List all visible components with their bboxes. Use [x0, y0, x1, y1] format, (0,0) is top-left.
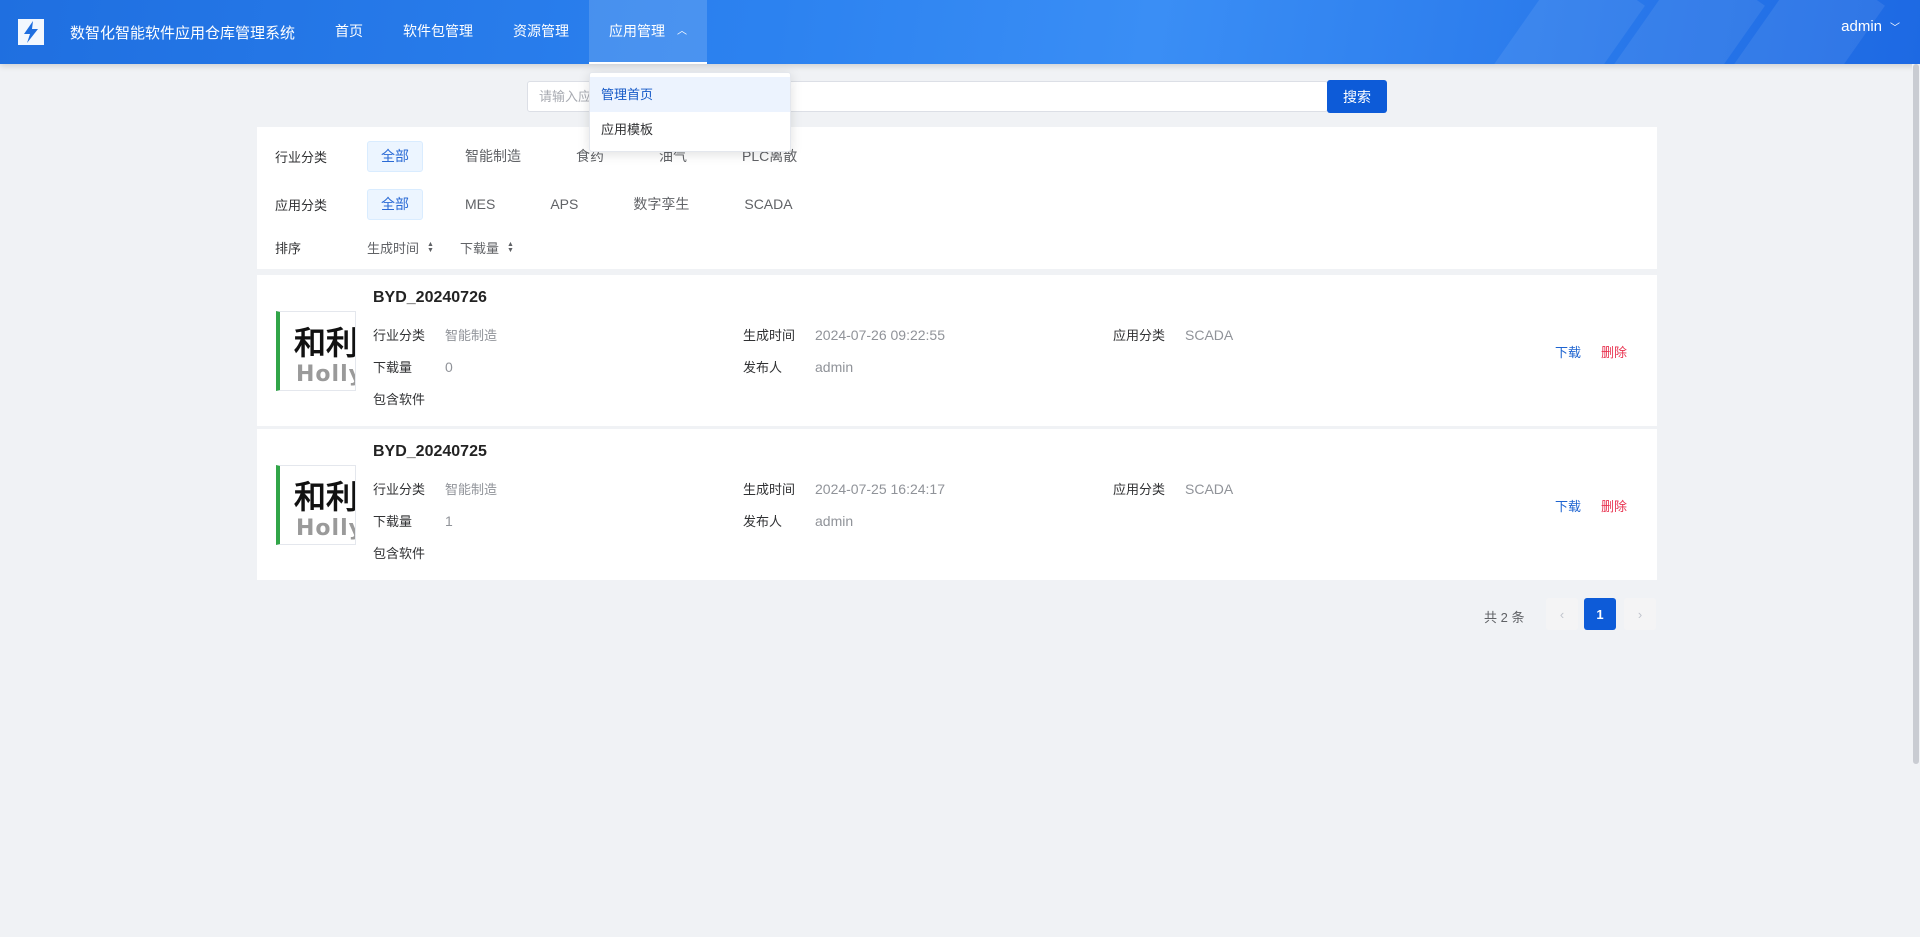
publisher-value: admin: [815, 359, 854, 375]
sort-caret-icon: ▲ ▼: [506, 240, 514, 254]
nav-resource-management-label: 资源管理: [513, 23, 569, 39]
app-type-chip-aps[interactable]: APS: [537, 189, 591, 220]
field-label: 行业分类: [373, 328, 426, 343]
top-header: 数智化智能软件应用仓库管理系统 首页 软件包管理 资源管理 应用管理 ︿ admi…: [0, 0, 1920, 64]
downloads-field: 下载量 1: [373, 511, 453, 530]
downloads-value: 1: [445, 513, 453, 529]
software-field: 包含软件: [373, 543, 445, 562]
publisher-value: admin: [815, 513, 854, 529]
pagination-next-button[interactable]: ›: [1624, 598, 1656, 630]
app-title: 数智化智能软件应用仓库管理系统: [70, 25, 296, 42]
app-type-filter-row: 应用分类 全部 MES APS 数字孪生 SCADA: [275, 189, 835, 220]
user-name: admin: [1841, 18, 1882, 35]
sort-caret-icon: ▲ ▼: [427, 240, 434, 254]
main-nav: 首页 软件包管理 资源管理 应用管理 ︿: [315, 0, 707, 64]
app-type-value: SCADA: [1185, 481, 1234, 497]
download-button[interactable]: 下载: [1555, 496, 1581, 515]
app-type-value: SCADA: [1185, 327, 1234, 343]
field-label: 行业分类: [373, 482, 426, 497]
field-label: 应用分类: [1113, 482, 1166, 497]
field-label: 包含软件: [373, 546, 426, 561]
publisher-field: 发布人 admin: [743, 511, 853, 530]
app-type-chip-scada[interactable]: SCADA: [731, 189, 805, 220]
sort-label: 排序: [275, 241, 302, 256]
download-button[interactable]: 下载: [1555, 342, 1581, 361]
thumbnail-glyph: 和利: [294, 478, 356, 516]
created-value: 2024-07-26 09:22:55: [815, 327, 945, 343]
created-value: 2024-07-25 16:24:17: [815, 481, 945, 497]
nav-home-label: 首页: [335, 23, 363, 39]
downloads-field: 下载量 0: [373, 357, 453, 376]
thumbnail-brand: Holly: [296, 516, 355, 541]
industry-value: 智能制造: [445, 482, 498, 497]
pagination-page-1[interactable]: 1: [1584, 598, 1616, 630]
chevron-down-icon: ﹀: [1890, 23, 1900, 34]
industry-filter-label: 行业分类: [275, 150, 328, 165]
app-name: BYD_20240725: [373, 443, 487, 460]
page-scrollbar[interactable]: [1912, 64, 1920, 937]
app-type-chip-mes[interactable]: MES: [452, 189, 508, 220]
app-name: BYD_20240726: [373, 289, 487, 306]
field-label: 包含软件: [373, 392, 426, 407]
dropdown-item-app-templates[interactable]: 应用模板: [590, 112, 790, 147]
app-type-chip-digital-twin[interactable]: 数字孪生: [620, 189, 702, 220]
nav-resource-management[interactable]: 资源管理: [493, 0, 589, 64]
app-type-filter-label: 应用分类: [275, 198, 328, 213]
header-decoration: [1445, 0, 1645, 64]
downloads-value: 0: [445, 359, 453, 375]
pagination-prev-button[interactable]: ‹: [1546, 598, 1578, 630]
industry-field: 行业分类 智能制造: [373, 325, 497, 344]
app-type-field: 应用分类 SCADA: [1113, 479, 1233, 498]
sort-by-downloads[interactable]: 下载量 ▲ ▼: [460, 238, 514, 257]
delete-button[interactable]: 删除: [1601, 342, 1627, 361]
sort-by-created-time-label: 生成时间: [367, 241, 420, 256]
app-management-dropdown: 管理首页 应用模板: [589, 72, 791, 152]
industry-value: 智能制造: [445, 328, 498, 343]
nav-package-management[interactable]: 软件包管理: [383, 0, 493, 64]
scrollbar-thumb[interactable]: [1913, 64, 1919, 764]
chevron-left-icon: ‹: [1559, 606, 1565, 622]
software-field: 包含软件: [373, 389, 445, 408]
nav-app-management[interactable]: 应用管理 ︿: [589, 0, 707, 64]
sort-by-downloads-label: 下载量: [459, 241, 499, 256]
field-label: 应用分类: [1113, 328, 1166, 343]
app-type-field: 应用分类 SCADA: [1113, 325, 1233, 344]
field-label: 发布人: [743, 360, 783, 375]
chevron-up-icon: ︿: [677, 26, 687, 37]
app-thumbnail: 和利 Holly: [276, 311, 356, 391]
field-label: 生成时间: [743, 328, 796, 343]
app-type-chip-all[interactable]: 全部: [367, 189, 423, 220]
app-thumbnail: 和利 Holly: [276, 465, 356, 545]
created-field: 生成时间 2024-07-26 09:22:55: [743, 325, 945, 344]
app-card: 和利 Holly BYD_20240725 行业分类 智能制造 生成时间 2024-…: [257, 429, 1657, 580]
thumbnail-brand: Holly: [296, 362, 355, 387]
publisher-field: 发布人 admin: [743, 357, 853, 376]
industry-chip-all[interactable]: 全部: [367, 141, 423, 172]
field-label: 下载量: [373, 514, 413, 529]
field-label: 生成时间: [743, 482, 796, 497]
thumbnail-glyph: 和利: [294, 324, 356, 362]
dropdown-item-management-home[interactable]: 管理首页: [590, 77, 790, 112]
filter-panel: 行业分类 全部 智能制造 食药 油气 PLC离散 应用分类 全部 MES APS…: [257, 127, 1657, 269]
field-label: 下载量: [373, 360, 413, 375]
chevron-right-icon: ›: [1637, 606, 1643, 622]
lightning-logo-icon[interactable]: [18, 19, 44, 45]
app-card: 和利 Holly BYD_20240726 行业分类 智能制造 生成时间 2024-…: [257, 275, 1657, 426]
nav-app-management-label: 应用管理: [609, 23, 665, 39]
user-menu[interactable]: admin ﹀: [1841, 0, 1900, 64]
industry-chip-smart-manufacturing[interactable]: 智能制造: [452, 141, 534, 172]
sort-by-created-time[interactable]: 生成时间 ▲ ▼: [367, 238, 434, 257]
created-field: 生成时间 2024-07-25 16:24:17: [743, 479, 945, 498]
search-button[interactable]: 搜索: [1327, 80, 1387, 113]
nav-package-management-label: 软件包管理: [403, 23, 473, 39]
industry-field: 行业分类 智能制造: [373, 479, 497, 498]
field-label: 发布人: [743, 514, 783, 529]
nav-home[interactable]: 首页: [315, 0, 383, 64]
sort-row: 排序 生成时间 ▲ ▼ 下载量 ▲ ▼: [275, 238, 540, 257]
delete-button[interactable]: 删除: [1601, 496, 1627, 515]
pagination-total: 共 2 条: [1484, 610, 1525, 625]
